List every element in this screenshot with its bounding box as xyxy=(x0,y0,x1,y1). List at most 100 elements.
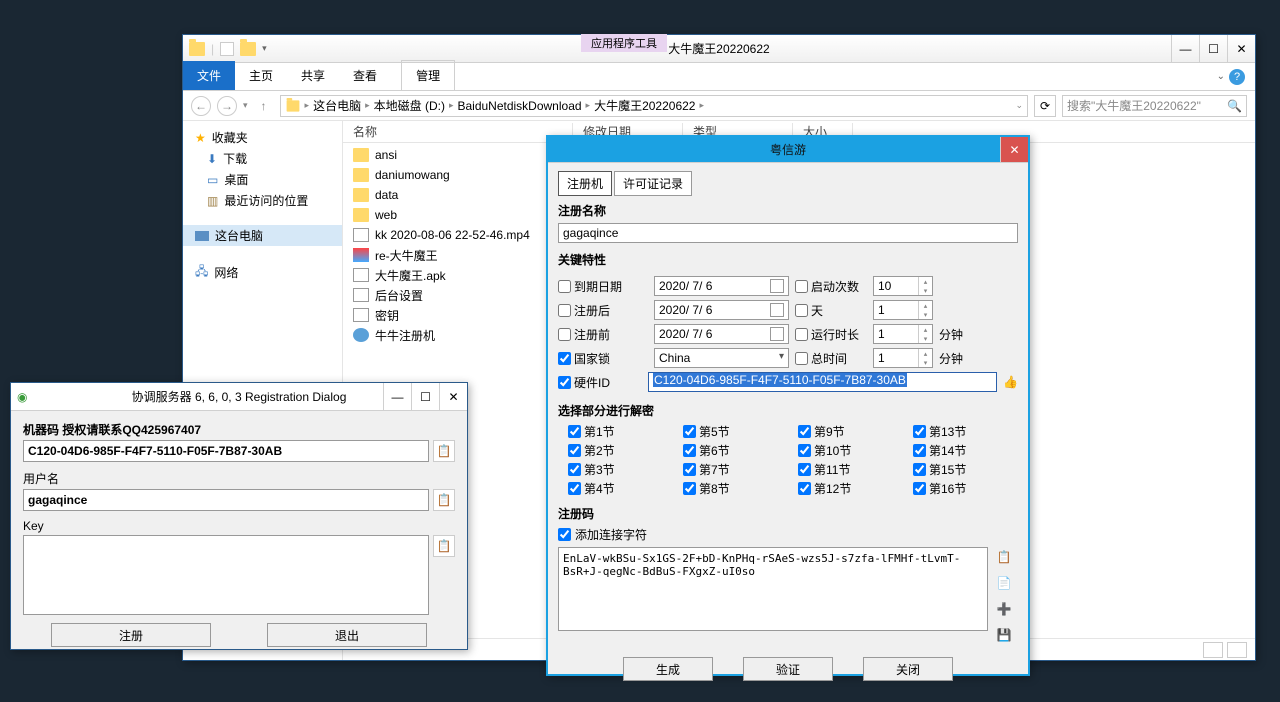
paste-button[interactable]: 📋 xyxy=(433,489,455,511)
sidebar-this-pc[interactable]: 这台电脑 xyxy=(183,225,342,246)
tab-home[interactable]: 主页 xyxy=(235,61,287,90)
chevron-right-icon[interactable]: ▸ xyxy=(365,100,370,111)
copy-button[interactable]: 📋 xyxy=(994,547,1014,567)
machine-code-input[interactable] xyxy=(23,440,429,462)
add-button[interactable]: ➕ xyxy=(994,599,1014,619)
crumb[interactable]: 大牛魔王20220622 xyxy=(594,97,695,114)
before-checkbox[interactable] xyxy=(558,328,571,341)
total-checkbox[interactable] xyxy=(795,352,808,365)
folder-icon[interactable] xyxy=(240,42,256,56)
ribbon-expand-icon[interactable]: ⌄ xyxy=(1217,71,1225,82)
spin-up-icon[interactable]: ▴ xyxy=(919,301,932,310)
calendar-icon[interactable] xyxy=(770,327,784,341)
expiry-checkbox[interactable] xyxy=(558,280,571,293)
country-checkbox[interactable] xyxy=(558,352,571,365)
explorer-titlebar[interactable]: | ▾ 应用程序工具 大牛魔王20220622 — ☐ ✕ xyxy=(183,35,1255,63)
section-checkbox[interactable]: 第10节 xyxy=(798,442,893,459)
section-checkbox[interactable]: 第12节 xyxy=(798,480,893,497)
close-button[interactable]: ✕ xyxy=(1227,35,1255,62)
exit-button[interactable]: 退出 xyxy=(267,623,427,647)
username-input[interactable] xyxy=(23,489,429,511)
sidebar-desktop[interactable]: ▭桌面 xyxy=(183,169,342,190)
spin-up-icon[interactable]: ▴ xyxy=(919,277,932,286)
regcode-textarea[interactable]: EnLaV-wkBSu-Sx1GS-2F+bD-KnPHq-rSAeS-wzs5… xyxy=(558,547,988,631)
sidebar-network[interactable]: 🖧网络 xyxy=(183,260,342,285)
spin-down-icon[interactable]: ▾ xyxy=(919,358,932,367)
spin-up-icon[interactable]: ▴ xyxy=(919,349,932,358)
view-icons-button[interactable] xyxy=(1227,642,1247,658)
breadcrumb[interactable]: ▸ 这台电脑 ▸ 本地磁盘 (D:) ▸ BaiduNetdiskDownloa… xyxy=(280,95,1028,117)
calendar-icon[interactable] xyxy=(770,279,784,293)
close-action-button[interactable]: 关闭 xyxy=(863,657,953,681)
search-icon[interactable]: 🔍 xyxy=(1227,99,1242,113)
keygen-titlebar[interactable]: 粤信游 ✕ xyxy=(548,137,1028,163)
before-date-input[interactable]: 2020/ 7/ 6 xyxy=(654,324,789,344)
minimize-button[interactable]: — xyxy=(1171,35,1199,62)
after-date-input[interactable]: 2020/ 7/ 6 xyxy=(654,300,789,320)
section-checkbox[interactable]: 第6节 xyxy=(683,442,778,459)
maximize-button[interactable]: ☐ xyxy=(411,383,439,410)
section-checkbox[interactable]: 第15节 xyxy=(913,461,1008,478)
days-checkbox[interactable] xyxy=(795,304,808,317)
runtime-checkbox[interactable] xyxy=(795,328,808,341)
crumb[interactable]: 这台电脑 xyxy=(313,97,361,114)
section-checkbox[interactable]: 第3节 xyxy=(568,461,663,478)
expiry-date-input[interactable]: 2020/ 7/ 6 xyxy=(654,276,789,296)
history-dropdown-icon[interactable]: ▾ xyxy=(243,100,248,111)
minimize-button[interactable]: — xyxy=(383,383,411,410)
sidebar-favorites[interactable]: ★收藏夹 xyxy=(183,127,342,148)
hyphen-checkbox[interactable]: 添加连接字符 xyxy=(558,526,1018,543)
tab-keygen[interactable]: 注册机 xyxy=(558,171,612,196)
tab-file[interactable]: 文件 xyxy=(183,61,235,90)
section-checkbox[interactable]: 第2节 xyxy=(568,442,663,459)
paste-key-button[interactable]: 📋 xyxy=(433,535,455,557)
hwid-action-icon[interactable]: 👍 xyxy=(1003,375,1018,389)
search-input[interactable]: 搜索"大牛魔王20220622" 🔍 xyxy=(1062,95,1247,117)
reg-name-input[interactable] xyxy=(558,223,1018,243)
spin-down-icon[interactable]: ▾ xyxy=(919,310,932,319)
forward-button[interactable]: → xyxy=(217,96,237,116)
runtime-input[interactable]: 1▴▾ xyxy=(873,324,933,344)
close-button[interactable]: ✕ xyxy=(1000,137,1028,162)
qat-icon[interactable] xyxy=(220,42,234,56)
after-checkbox[interactable] xyxy=(558,304,571,317)
copy-button[interactable]: 📋 xyxy=(433,440,455,462)
back-button[interactable]: ← xyxy=(191,96,211,116)
save-button[interactable]: 💾 xyxy=(994,625,1014,645)
section-checkbox[interactable]: 第9节 xyxy=(798,423,893,440)
days-input[interactable]: 1▴▾ xyxy=(873,300,933,320)
generate-button[interactable]: 生成 xyxy=(623,657,713,681)
section-checkbox[interactable]: 第5节 xyxy=(683,423,778,440)
col-name[interactable]: 名称 xyxy=(343,123,573,140)
section-checkbox[interactable]: 第8节 xyxy=(683,480,778,497)
section-checkbox[interactable]: 第7节 xyxy=(683,461,778,478)
country-select[interactable]: China xyxy=(654,348,789,368)
section-checkbox[interactable]: 第16节 xyxy=(913,480,1008,497)
maximize-button[interactable]: ☐ xyxy=(1199,35,1227,62)
total-input[interactable]: 1▴▾ xyxy=(873,348,933,368)
chevron-right-icon[interactable]: ▸ xyxy=(449,100,454,111)
chevron-right-icon[interactable]: ▸ xyxy=(699,100,704,111)
register-button[interactable]: 注册 xyxy=(51,623,211,647)
spin-down-icon[interactable]: ▾ xyxy=(919,286,932,295)
hwid-input[interactable]: C120-04D6-985F-F4F7-5110-F05F-7B87-30AB xyxy=(648,372,997,392)
view-details-button[interactable] xyxy=(1203,642,1223,658)
section-checkbox[interactable]: 第4节 xyxy=(568,480,663,497)
verify-button[interactable]: 验证 xyxy=(743,657,833,681)
launches-checkbox[interactable] xyxy=(795,280,808,293)
sidebar-downloads[interactable]: ⬇下载 xyxy=(183,148,342,169)
crumb[interactable]: 本地磁盘 (D:) xyxy=(374,97,445,114)
crumb[interactable]: BaiduNetdiskDownload xyxy=(457,99,581,113)
hwid-checkbox[interactable] xyxy=(558,376,571,389)
address-dropdown-icon[interactable]: ⌄ xyxy=(1015,100,1023,111)
qat-dropdown-icon[interactable]: ▾ xyxy=(262,43,267,54)
up-button[interactable]: ↑ xyxy=(254,96,274,116)
spin-up-icon[interactable]: ▴ xyxy=(919,325,932,334)
spin-down-icon[interactable]: ▾ xyxy=(919,334,932,343)
tab-view[interactable]: 查看 xyxy=(339,61,391,90)
help-icon[interactable]: ? xyxy=(1229,69,1245,85)
chevron-right-icon[interactable]: ▸ xyxy=(586,100,591,111)
close-button[interactable]: ✕ xyxy=(439,383,467,410)
section-checkbox[interactable]: 第11节 xyxy=(798,461,893,478)
tab-license-records[interactable]: 许可证记录 xyxy=(614,171,692,196)
